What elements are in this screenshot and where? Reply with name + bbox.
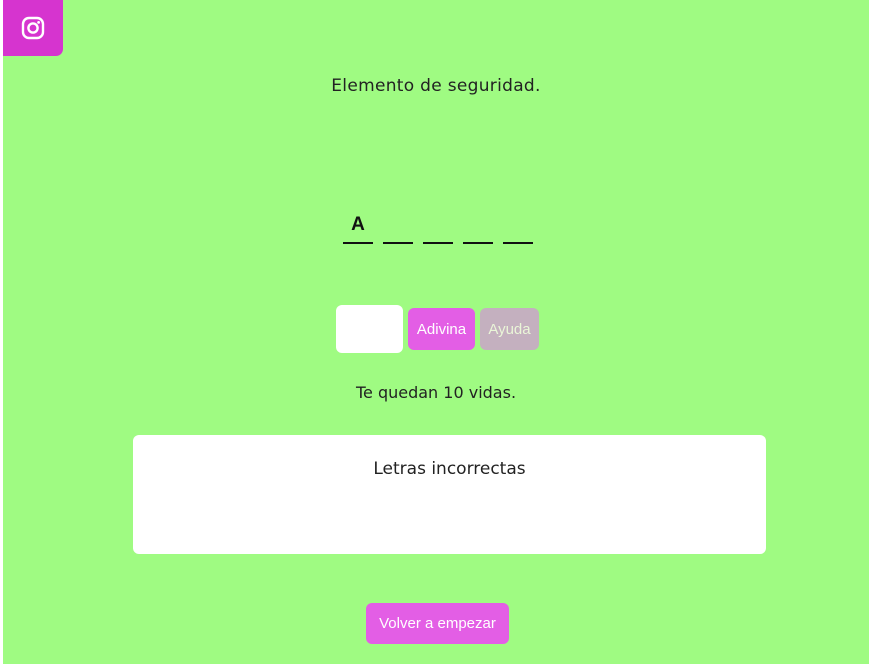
instagram-link[interactable]	[3, 0, 63, 56]
letter-slot	[383, 212, 413, 244]
letter-slot	[423, 212, 453, 244]
instagram-icon	[21, 16, 45, 40]
guess-controls: Adivina Ayuda	[336, 305, 539, 353]
word-display: A	[343, 212, 543, 244]
guess-button[interactable]: Adivina	[408, 308, 475, 350]
letter-slot: A	[343, 212, 373, 244]
wrong-letters-list	[133, 489, 766, 509]
game-page: Elemento de seguridad. A Adivina Ayuda T…	[3, 0, 869, 664]
lives-counter: Te quedan 10 vidas.	[355, 383, 517, 402]
restart-button[interactable]: Volver a empezar	[366, 603, 509, 644]
letter-slot	[463, 212, 493, 244]
help-button[interactable]: Ayuda	[480, 308, 539, 350]
letter-slot	[503, 212, 533, 244]
wrong-letters-title: Letras incorrectas	[373, 459, 526, 479]
letter-input[interactable]	[336, 305, 403, 353]
wrong-letters-panel: Letras incorrectas	[133, 435, 766, 554]
hint-text: Elemento de seguridad.	[331, 76, 541, 96]
